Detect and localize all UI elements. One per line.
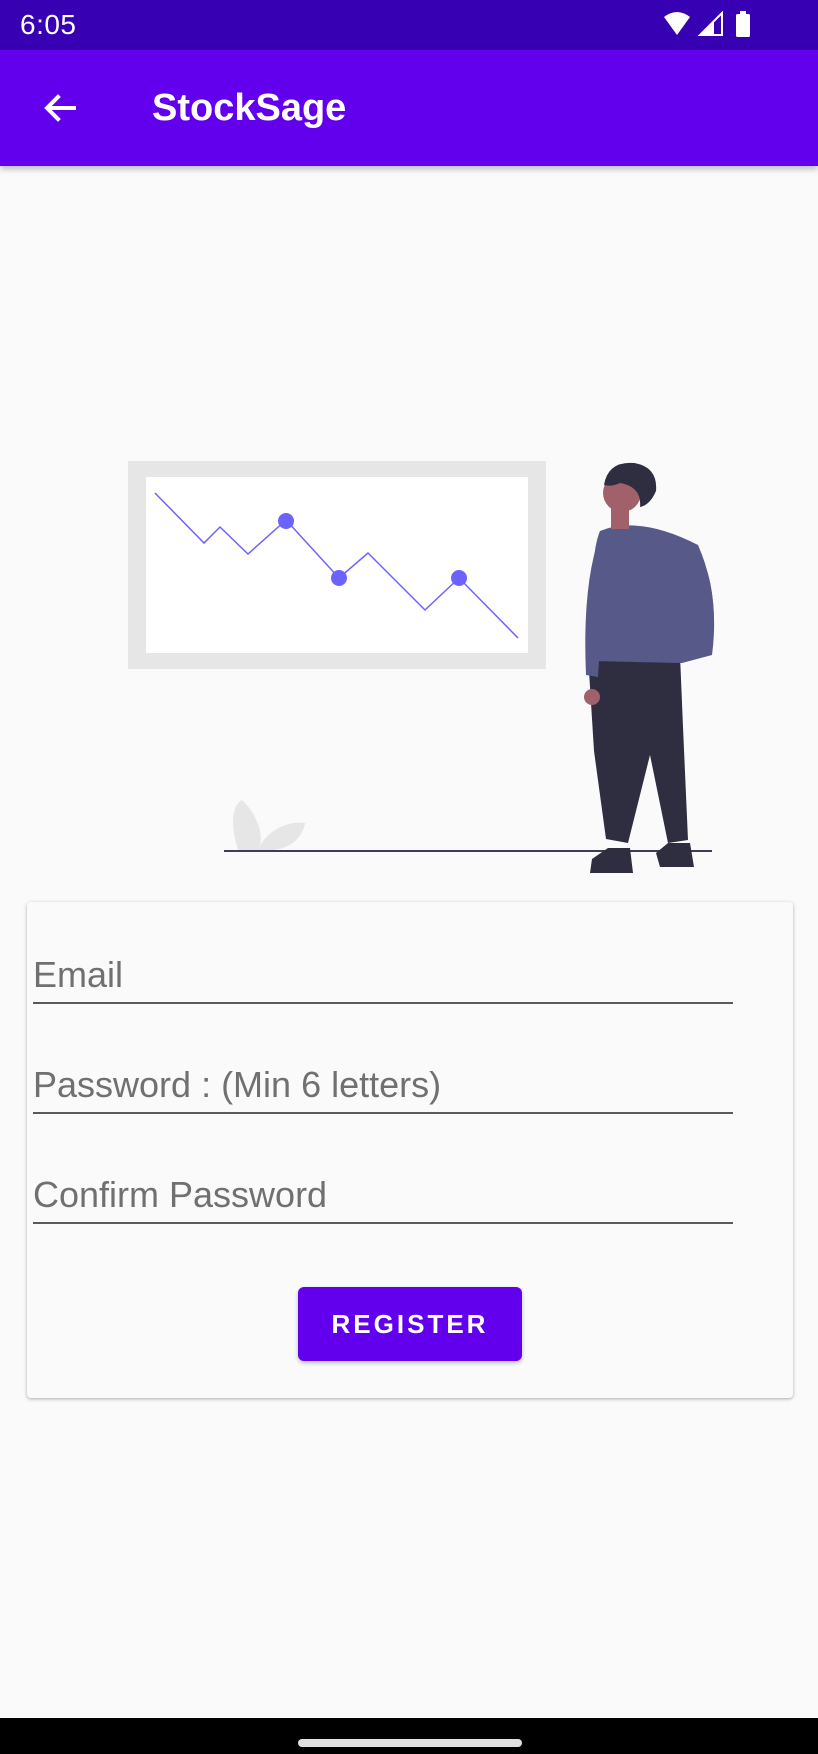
register-button[interactable]: REGISTER [298, 1287, 522, 1361]
status-icons [662, 11, 762, 39]
person-graphic [584, 462, 715, 873]
confirm-password-field[interactable] [33, 1162, 733, 1224]
arrow-back-icon [44, 94, 76, 122]
chart-frame [128, 461, 546, 669]
status-time: 6:05 [20, 9, 77, 40]
confirm-password-input[interactable] [33, 1174, 733, 1216]
plant-graphic [233, 800, 305, 851]
email-input[interactable] [33, 954, 733, 996]
signal-icon [697, 11, 723, 36]
register-screen: 6:05 StockSage Email Password: (Min 6 l… [0, 0, 818, 1754]
email-field[interactable] [33, 942, 733, 1004]
back-button[interactable] [30, 78, 90, 138]
app-title: StockSage [152, 87, 347, 129]
password-input[interactable] [33, 1064, 733, 1106]
battery-icon [736, 11, 750, 37]
password-field[interactable] [33, 1052, 733, 1114]
stock-chart-illustration [128, 461, 715, 873]
navigation-bar [0, 1718, 818, 1754]
wifi-icon [664, 12, 690, 35]
status-bar: 6:05 [0, 0, 818, 50]
app-bar: StockSage [0, 50, 818, 166]
home-handle[interactable] [298, 1739, 522, 1747]
